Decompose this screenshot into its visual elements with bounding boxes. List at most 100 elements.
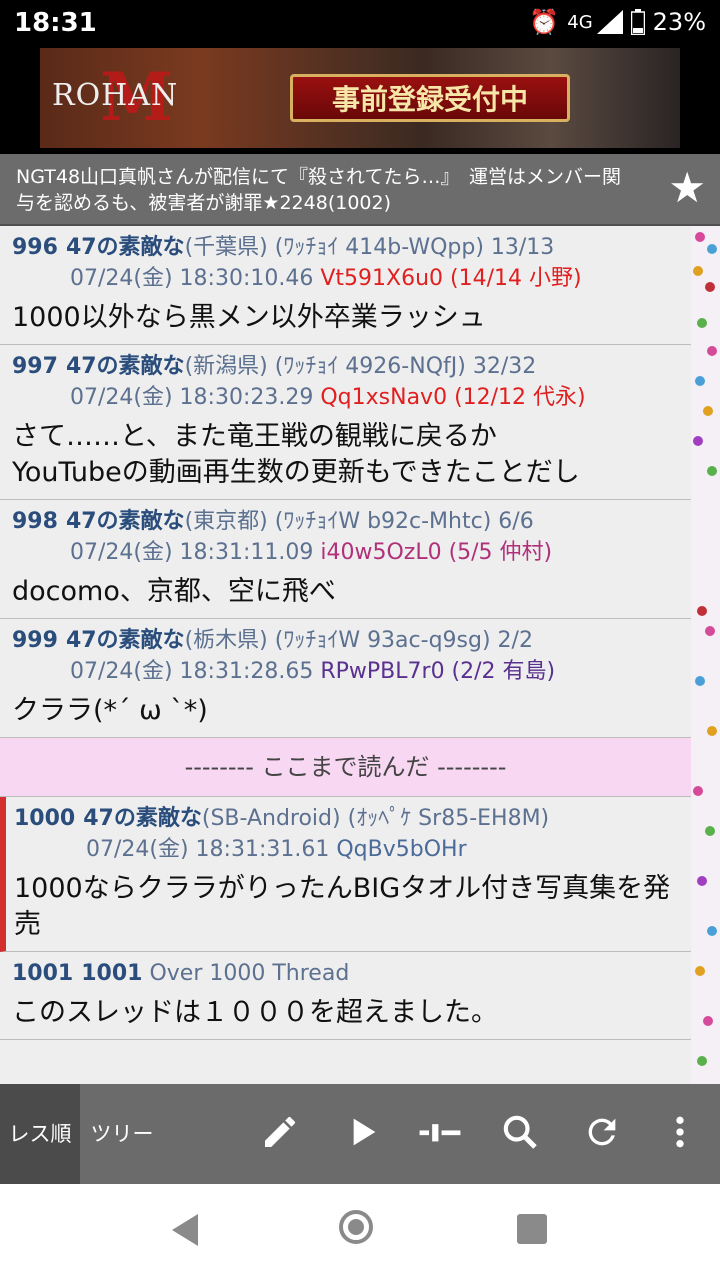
- indicator-dot: [695, 232, 705, 242]
- post-1001[interactable]: 1001 1001 Over 1000 Thread このスレッドは１０００を超え…: [0, 952, 691, 1040]
- post-subheader: 07/24(金) 18:31:11.09 i40w5OzL0 (5/5 仲村): [12, 537, 681, 568]
- tab-tree[interactable]: ツリー: [80, 1084, 164, 1184]
- post-name: 47の素敵な: [65, 354, 185, 379]
- indicator-dot: [705, 282, 715, 292]
- post-id[interactable]: QqBv5bOHr: [336, 837, 466, 862]
- post-subheader: 07/24(金) 18:30:23.29 Qq1xsNav0 (12/12 代永…: [12, 382, 681, 413]
- indicator-dot: [697, 876, 707, 886]
- post-body: 1000ならクララがりったんBIGタオル付き写真集を発売: [14, 873, 671, 940]
- indicator-dot: [695, 676, 705, 686]
- indicator-dot: [703, 1016, 713, 1026]
- post-region: (新潟県): [184, 354, 268, 379]
- post-subheader: 07/24(金) 18:31:31.61 QqBv5bOHr: [14, 834, 681, 865]
- star-icon[interactable]: ★: [668, 164, 706, 212]
- ad-logo: ROHAN: [52, 78, 179, 113]
- post-number[interactable]: 1000: [14, 806, 75, 831]
- indicator-dot: [707, 244, 717, 254]
- post-id[interactable]: Vt591X6u0 (14/14 小野): [320, 266, 581, 291]
- post-number[interactable]: 1001: [12, 961, 73, 986]
- post-body: docomo、京都、空に飛べ: [12, 576, 336, 607]
- post-trip: (ﾜｯﾁｮｲW 93ac-q9sg) 2/2: [274, 628, 533, 653]
- post-header: 1000 47の素敵な(SB-Android) (ｵｯﾍﾟｹ Sr85-EH8M): [14, 803, 681, 834]
- post-name: 47の素敵な: [83, 806, 202, 831]
- refresh-icon[interactable]: [580, 1112, 624, 1156]
- post-id[interactable]: RPwPBL7r0 (2/2 有島): [320, 659, 555, 684]
- scroll-indicator-strip[interactable]: [691, 226, 720, 1084]
- post-datetime: 07/24(金) 18:30:23.29: [70, 385, 314, 410]
- ad-image[interactable]: M ROHAN 事前登録受付中: [40, 48, 680, 148]
- battery-icon: [630, 9, 645, 35]
- read-position-marker: -------- ここまで読んだ --------: [0, 738, 691, 797]
- back-icon[interactable]: [172, 1214, 198, 1246]
- post-datetime: 07/24(金) 18:31:31.61: [86, 837, 330, 862]
- slider-icon[interactable]: [418, 1112, 462, 1156]
- tab-res-order[interactable]: レス順: [0, 1084, 80, 1184]
- ad-banner[interactable]: M ROHAN 事前登録受付中: [0, 48, 720, 154]
- indicator-dot: [695, 376, 705, 386]
- indicator-dot: [707, 726, 717, 736]
- post-id[interactable]: i40w5OzL0 (5/5 仲村): [320, 540, 552, 565]
- post-id[interactable]: Qq1xsNav0 (12/12 代永): [320, 385, 585, 410]
- post-region: (SB-Android): [201, 806, 341, 831]
- indicator-dot: [707, 466, 717, 476]
- post-999[interactable]: 999 47の素敵な(栃木県) (ﾜｯﾁｮｲW 93ac-q9sg) 2/2 07…: [0, 619, 691, 738]
- post-header: 999 47の素敵な(栃木県) (ﾜｯﾁｮｲW 93ac-q9sg) 2/2: [12, 625, 681, 656]
- indicator-dot: [693, 436, 703, 446]
- post-number[interactable]: 997: [12, 354, 58, 379]
- post-name: 1001: [81, 961, 143, 986]
- post-trip: (ﾜｯﾁｮｲ 414b-WQpp) 13/13: [274, 235, 555, 260]
- indicator-dot: [707, 346, 717, 356]
- indicator-dot: [693, 266, 703, 276]
- indicator-dot: [707, 926, 717, 936]
- battery-percent: 23%: [652, 8, 706, 36]
- indicator-dot: [697, 606, 707, 616]
- post-trip: (ﾜｯﾁｮｲW b92c-Mhtc) 6/6: [274, 509, 534, 534]
- home-icon[interactable]: [339, 1210, 373, 1244]
- post-name: 47の素敵な: [65, 235, 185, 260]
- post-trip: (ﾜｯﾁｮｲ 4926-NQfJ) 32/32: [274, 354, 537, 379]
- post-number[interactable]: 998: [12, 509, 58, 534]
- post-header: 997 47の素敵な(新潟県) (ﾜｯﾁｮｲ 4926-NQfJ) 32/32: [12, 351, 681, 382]
- play-icon[interactable]: [340, 1112, 384, 1156]
- indicator-dot: [705, 626, 715, 636]
- post-trip: (ｵｯﾍﾟｹ Sr85-EH8M): [347, 806, 550, 831]
- indicator-dot: [703, 406, 713, 416]
- indicator-dot: [705, 826, 715, 836]
- post-datetime: 07/24(金) 18:31:28.65: [70, 659, 314, 684]
- post-1000[interactable]: 1000 47の素敵な(SB-Android) (ｵｯﾍﾟｹ Sr85-EH8M)…: [0, 797, 691, 952]
- post-region: (千葉県): [184, 235, 268, 260]
- post-997[interactable]: 997 47の素敵な(新潟県) (ﾜｯﾁｮｲ 4926-NQfJ) 32/32 0…: [0, 345, 691, 500]
- status-icons: ⏰ 4G 23%: [529, 8, 706, 36]
- post-region: (東京都): [184, 509, 268, 534]
- post-number[interactable]: 996: [12, 235, 58, 260]
- ad-register-button[interactable]: 事前登録受付中: [290, 74, 570, 122]
- status-bar: 18:31 ⏰ 4G 23%: [0, 0, 720, 48]
- more-icon[interactable]: [658, 1112, 702, 1156]
- post-body: さて……と、また竜王戦の観戦に戻るか YouTubeの動画再生数の更新もできたこ…: [12, 421, 580, 488]
- indicator-dot: [693, 786, 703, 796]
- pencil-icon[interactable]: [258, 1112, 302, 1156]
- post-header: 996 47の素敵な(千葉県) (ﾜｯﾁｮｲ 414b-WQpp) 13/13: [12, 232, 681, 263]
- indicator-dot: [697, 318, 707, 328]
- recent-apps-icon[interactable]: [517, 1214, 547, 1244]
- post-998[interactable]: 998 47の素敵な(東京都) (ﾜｯﾁｮｲW b92c-Mhtc) 6/6 07…: [0, 500, 691, 619]
- bottom-toolbar: レス順 ツリー: [0, 1084, 720, 1184]
- post-datetime: 07/24(金) 18:30:10.46: [70, 266, 314, 291]
- post-subheader: 07/24(金) 18:30:10.46 Vt591X6u0 (14/14 小野…: [12, 263, 681, 294]
- post-name: 47の素敵な: [65, 628, 185, 653]
- indicator-dot: [695, 966, 705, 976]
- post-number[interactable]: 999: [12, 628, 58, 653]
- post-header: 998 47の素敵な(東京都) (ﾜｯﾁｮｲW b92c-Mhtc) 6/6: [12, 506, 681, 537]
- post-trip: Over 1000 Thread: [149, 961, 350, 986]
- thread-title-bar: NGT48山口真帆さんが配信にて『殺されてたら…』 運営はメンバー関与を認めるも…: [0, 154, 720, 226]
- network-type: 4G: [567, 11, 593, 33]
- thread-list[interactable]: 996 47の素敵な(千葉県) (ﾜｯﾁｮｲ 414b-WQpp) 13/13 0…: [0, 226, 691, 1084]
- indicator-dot: [697, 1056, 707, 1066]
- post-datetime: 07/24(金) 18:31:11.09: [70, 540, 314, 565]
- post-name: 47の素敵な: [65, 509, 185, 534]
- clock: 18:31: [14, 8, 97, 38]
- system-navigation-bar: [0, 1184, 720, 1280]
- post-header: 1001 1001 Over 1000 Thread: [12, 958, 681, 989]
- post-996[interactable]: 996 47の素敵な(千葉県) (ﾜｯﾁｮｲ 414b-WQpp) 13/13 0…: [0, 226, 691, 345]
- search-icon[interactable]: [498, 1112, 542, 1156]
